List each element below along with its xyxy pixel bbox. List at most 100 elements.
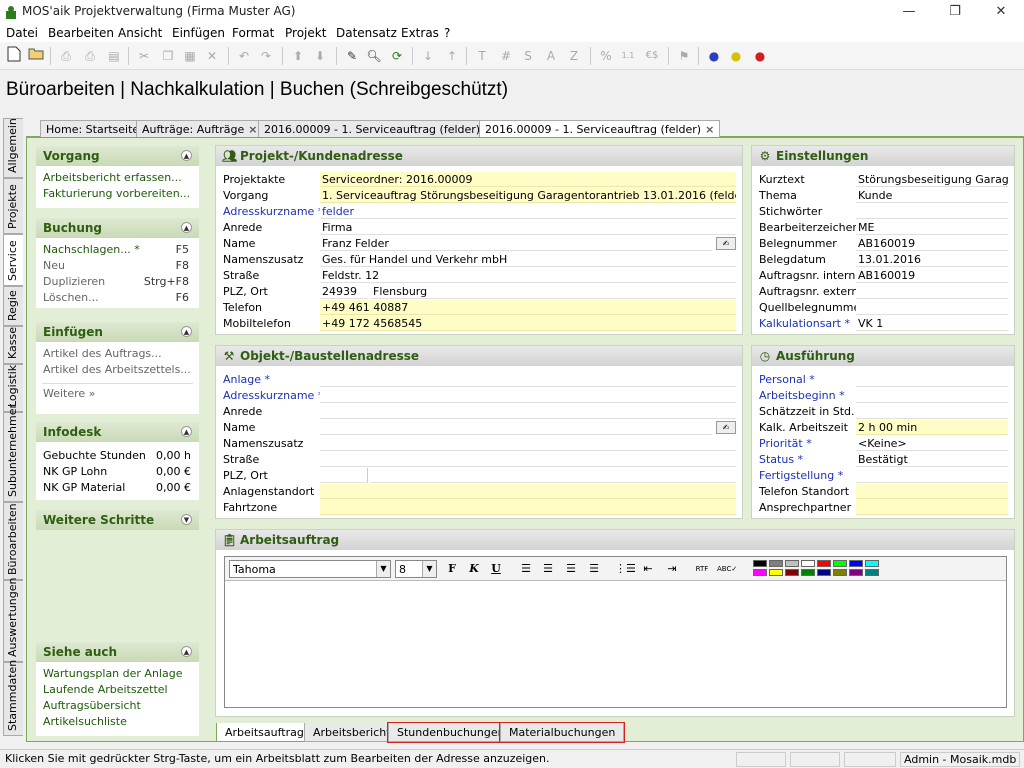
calc-icon[interactable]: 1.1	[618, 46, 638, 66]
spellcheck-icon[interactable]: ABC✓	[717, 561, 737, 577]
anlagenstandort-field[interactable]	[320, 484, 736, 499]
objekt-adresskurzname-field[interactable]	[320, 388, 736, 403]
tab-stundenbuchungen[interactable]: Stundenbuchungen	[387, 722, 515, 743]
objekt-anrede-field[interactable]	[320, 404, 736, 419]
flag-icon[interactable]: ⚑	[674, 46, 694, 66]
tab-auftraege[interactable]: Aufträge: Aufträge ×	[136, 120, 264, 138]
sidebar-section-title[interactable]: Einfügen ▲	[36, 322, 199, 342]
sidebar-item-neu[interactable]: Neu F8	[36, 258, 199, 274]
stichwoerter-field[interactable]	[856, 204, 1008, 219]
sidebar-item-loeschen[interactable]: Löschen... F6	[36, 290, 199, 306]
color-swatch[interactable]	[865, 560, 879, 567]
color-swatch[interactable]	[785, 560, 799, 567]
collapse-icon[interactable]: ▲	[181, 326, 192, 337]
edit-pen-icon[interactable]: ✎	[342, 46, 362, 66]
editor-body[interactable]	[225, 582, 1006, 707]
sidebar-item-duplizieren[interactable]: Duplizieren Strg+F8	[36, 274, 199, 290]
adresskurzname-field[interactable]: felder	[320, 204, 736, 219]
print-preview-icon[interactable]: ⎙	[80, 46, 100, 66]
align-right-icon[interactable]: ☰	[562, 561, 580, 577]
currency-icon[interactable]: €$	[642, 46, 662, 66]
objekt-name-field[interactable]	[320, 420, 712, 435]
rtf-icon[interactable]: RTF	[693, 561, 711, 577]
user-blue-icon[interactable]: ●	[704, 46, 724, 66]
vtab-projekte[interactable]: Projekte	[3, 178, 23, 234]
thema-field[interactable]: Kunde	[856, 188, 1008, 203]
belegdatum-field[interactable]: 13.01.2016	[856, 252, 1008, 267]
projektakte-field[interactable]: Serviceordner: 2016.00009	[320, 172, 736, 187]
color-swatch[interactable]	[753, 569, 767, 576]
collapse-icon[interactable]: ▲	[181, 150, 192, 161]
signature-icon[interactable]: ✍	[716, 237, 736, 250]
align-center-icon[interactable]: ☰	[539, 561, 557, 577]
s-icon[interactable]: S	[518, 46, 538, 66]
color-swatch[interactable]	[769, 569, 783, 576]
chevron-down-icon[interactable]: ▼	[422, 561, 436, 577]
menu-extras[interactable]: Extras	[401, 26, 439, 40]
sidebar-item-weitere[interactable]: Weitere »	[36, 386, 199, 402]
auftragsnr-extern-field[interactable]	[856, 284, 1008, 299]
sidebar-section-title[interactable]: Vorgang ▲	[36, 146, 199, 166]
sort-asc-icon[interactable]: ↓	[418, 46, 438, 66]
vtab-auswertungen[interactable]: Auswertungen	[3, 578, 23, 662]
refresh-icon[interactable]: ⟳	[387, 46, 407, 66]
belegnummer-field[interactable]: AB160019	[856, 236, 1008, 251]
open-folder-icon[interactable]	[26, 46, 46, 66]
vorgang-field[interactable]: 1. Serviceauftrag Störungsbeseitigung Ga…	[320, 188, 736, 203]
telefon-field[interactable]: +49 461 40887	[320, 300, 736, 315]
menu-format[interactable]: Format	[232, 26, 274, 40]
tab-arbeitsbericht[interactable]: Arbeitsbericht	[304, 723, 400, 742]
fahrtzone-field[interactable]	[320, 500, 736, 515]
color-swatch[interactable]	[753, 560, 767, 567]
color-swatch[interactable]	[849, 560, 863, 567]
color-swatch[interactable]	[801, 569, 815, 576]
color-swatch[interactable]	[849, 569, 863, 576]
plz-field[interactable]: 24939	[320, 284, 368, 299]
personal-field[interactable]	[856, 372, 1008, 387]
percent-icon[interactable]: %	[596, 46, 616, 66]
tab-arbeitsauftrag[interactable]: Arbeitsauftrag	[216, 723, 313, 742]
move-down-icon[interactable]: ⬇	[310, 46, 330, 66]
sidebar-section-title[interactable]: Buchung ▲	[36, 218, 199, 238]
vtab-service[interactable]: Service	[3, 234, 23, 286]
vtab-stammdaten[interactable]: Stammdaten	[3, 660, 23, 736]
expand-icon[interactable]: ▼	[181, 514, 192, 525]
minimize-button[interactable]: —	[886, 0, 932, 24]
anlage-field[interactable]	[320, 372, 736, 387]
schaetzzeit-field[interactable]	[856, 404, 1008, 419]
color-swatch[interactable]	[865, 569, 879, 576]
undo-icon[interactable]: ↶	[234, 46, 254, 66]
text-icon[interactable]: T	[472, 46, 492, 66]
paste-icon[interactable]: ▦	[180, 46, 200, 66]
bold-button[interactable]: F	[443, 561, 461, 577]
menu-datei[interactable]: Datei	[6, 26, 38, 40]
align-left-icon[interactable]: ☰	[517, 561, 535, 577]
strasse-field[interactable]: Feldstr. 12	[320, 268, 736, 283]
close-tab-icon[interactable]: ×	[248, 123, 257, 136]
menu-help[interactable]: ?	[444, 26, 450, 40]
name-field[interactable]: Franz Felder	[320, 236, 712, 251]
print-icon[interactable]: ⎙	[56, 46, 76, 66]
signature-icon[interactable]: ✍	[716, 421, 736, 434]
user-yellow-icon[interactable]: ●	[726, 46, 746, 66]
telefon-standort-field[interactable]	[856, 484, 1008, 499]
italic-button[interactable]: K	[465, 561, 483, 577]
copy-icon[interactable]: ❐	[158, 46, 178, 66]
cut-icon[interactable]: ✂	[134, 46, 154, 66]
collapse-icon[interactable]: ▲	[181, 646, 192, 657]
mobiltelefon-field[interactable]: +49 172 4568545	[320, 316, 736, 331]
a-icon[interactable]: A	[541, 46, 561, 66]
color-swatch[interactable]	[785, 569, 799, 576]
sidebar-item-artikel-arbeitszettel[interactable]: Artikel des Arbeitszettels...	[36, 362, 199, 378]
find-icon[interactable]: 🔍︎	[364, 46, 384, 66]
namenszusatz-field[interactable]: Ges. für Handel und Verkehr mbH	[320, 252, 736, 267]
quellbelegnummer-field[interactable]	[856, 300, 1008, 315]
hash-icon[interactable]: #	[496, 46, 516, 66]
tab-materialbuchungen[interactable]: Materialbuchungen	[498, 722, 626, 743]
sidebar-item-auftragsuebersicht[interactable]: Auftragsübersicht	[36, 698, 199, 714]
color-swatch[interactable]	[801, 560, 815, 567]
sidebar-item-arbeitsbericht[interactable]: Arbeitsbericht erfassen...	[36, 170, 199, 186]
color-swatch[interactable]	[817, 560, 831, 567]
user-red-icon[interactable]: ●	[750, 46, 770, 66]
vtab-kasse[interactable]: Kasse	[3, 326, 23, 364]
